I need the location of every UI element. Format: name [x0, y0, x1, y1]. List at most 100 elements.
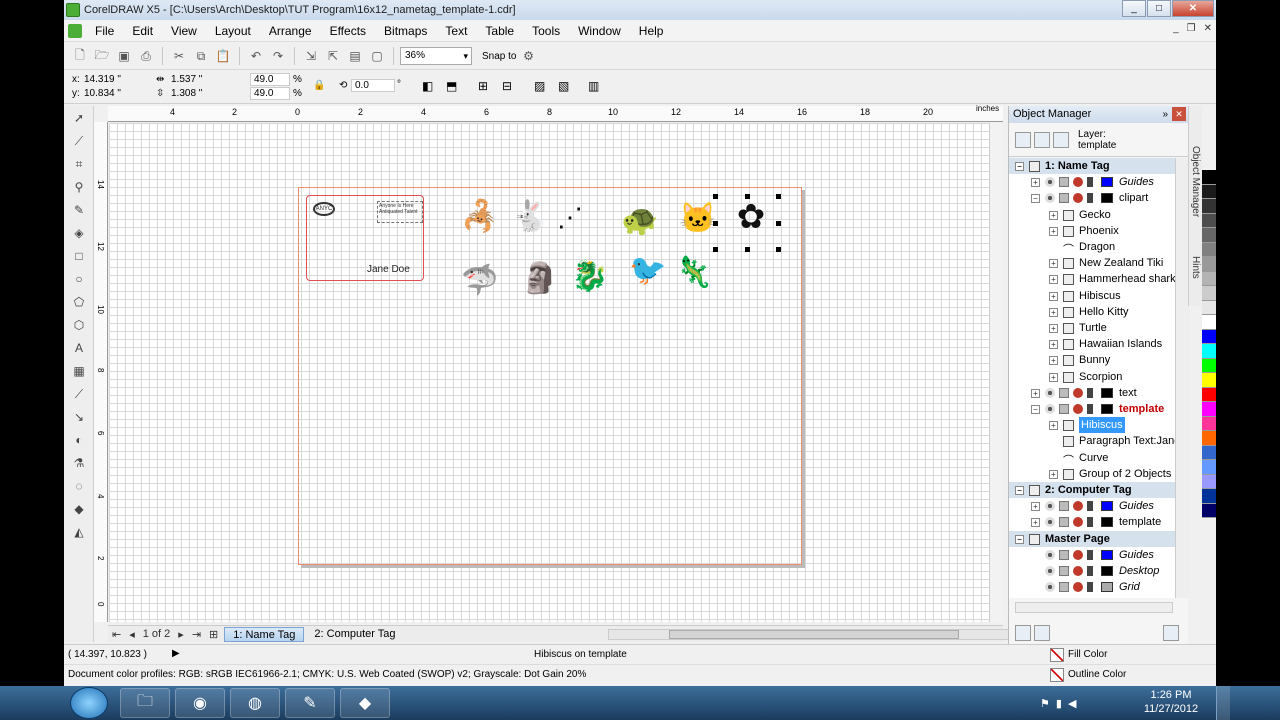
shape-tool-icon[interactable]: ⟋: [66, 130, 92, 152]
palette-swatch[interactable]: [1202, 199, 1216, 214]
selection-handle[interactable]: [713, 194, 718, 199]
object-tree-hscrollbar[interactable]: [1015, 602, 1173, 613]
object-tree-row[interactable]: Paragraph Text:Jane Doe: [1009, 433, 1175, 449]
smart-fill-tool-icon[interactable]: ◈: [66, 222, 92, 244]
palette-swatch[interactable]: [1202, 373, 1216, 388]
eyedropper-tool-icon[interactable]: ⚗: [66, 452, 92, 474]
zoom-select[interactable]: 36%: [400, 47, 472, 65]
lock-icon[interactable]: [1073, 501, 1083, 512]
expand-toggle-icon[interactable]: −: [1015, 162, 1024, 171]
object-tree-row[interactable]: + Hibiscus: [1009, 288, 1175, 304]
clipart-dragon[interactable]: 🐉: [571, 262, 608, 292]
side-tab-object-manager[interactable]: Object Manager: [1190, 146, 1201, 217]
clipart-hammerhead-shark[interactable]: 🦈: [461, 266, 498, 296]
eye-icon[interactable]: [1045, 501, 1055, 512]
eye-icon[interactable]: [1045, 193, 1055, 204]
palette-swatch[interactable]: [1202, 431, 1216, 446]
selection-handle[interactable]: [776, 247, 781, 252]
selection-handle[interactable]: [745, 247, 750, 252]
horizontal-scrollbar[interactable]: [608, 629, 1028, 640]
edit-icon[interactable]: [1087, 193, 1093, 204]
object-tree-row[interactable]: − 1: Name Tag: [1009, 158, 1175, 174]
layer-manager-view-icon[interactable]: [1053, 131, 1069, 148]
selection-handle[interactable]: [713, 247, 718, 252]
print-icon[interactable]: [1059, 177, 1069, 188]
expand-toggle-icon[interactable]: +: [1049, 259, 1058, 269]
eye-icon[interactable]: [1045, 549, 1055, 560]
palette-swatch[interactable]: [1202, 286, 1216, 301]
object-tree-row[interactable]: − clipart: [1009, 190, 1175, 206]
expand-toggle-icon[interactable]: −: [1031, 405, 1040, 414]
palette-swatch[interactable]: [1202, 329, 1216, 344]
palette-swatch[interactable]: [1202, 402, 1216, 417]
nametag-name-text[interactable]: Jane Doe: [367, 264, 410, 275]
save-icon[interactable]: ▣: [114, 46, 134, 66]
lock-icon[interactable]: [1073, 566, 1083, 576]
print-icon[interactable]: [1059, 517, 1069, 528]
vertical-scrollbar[interactable]: [989, 123, 1003, 622]
menu-table[interactable]: Table: [476, 24, 523, 38]
horizontal-scroll-thumb[interactable]: [669, 630, 959, 639]
edit-icon[interactable]: [1087, 387, 1093, 398]
menu-edit[interactable]: Edit: [123, 24, 162, 38]
side-tab-hints[interactable]: Hints: [1190, 256, 1201, 279]
interactive-fill-tool-icon[interactable]: ◭: [66, 521, 92, 543]
object-tree-row[interactable]: Desktop: [1009, 563, 1175, 579]
lock-ratio-icon[interactable]: 🔒: [313, 80, 325, 91]
ellipse-tool-icon[interactable]: ○: [66, 268, 92, 290]
object-tree-row[interactable]: + Hammerhead shark: [1009, 271, 1175, 287]
new-layer-icon[interactable]: [1015, 625, 1031, 641]
show-desktop-button[interactable]: [1216, 686, 1230, 720]
object-tree-row[interactable]: + Hibiscus: [1009, 417, 1175, 434]
expand-toggle-icon[interactable]: +: [1049, 226, 1058, 236]
palette-swatch[interactable]: [1202, 242, 1216, 257]
break-apart-icon[interactable]: ▧: [558, 79, 569, 93]
import-icon[interactable]: ⇲: [301, 46, 321, 66]
expand-toggle-icon[interactable]: +: [1031, 502, 1040, 512]
expand-toggle-icon[interactable]: +: [1049, 291, 1058, 301]
menu-arrange[interactable]: Arrange: [260, 24, 321, 38]
expand-toggle-icon[interactable]: +: [1049, 307, 1058, 317]
print-icon[interactable]: [1059, 582, 1069, 593]
object-tree-row[interactable]: ⌒ Dragon: [1009, 239, 1175, 255]
options-icon[interactable]: ⚙: [518, 46, 538, 66]
palette-swatch[interactable]: [1202, 358, 1216, 373]
print-icon[interactable]: [1059, 387, 1069, 398]
object-tree-row[interactable]: − template: [1009, 401, 1175, 417]
lock-icon[interactable]: [1073, 517, 1083, 528]
object-tree-row[interactable]: + Bunny: [1009, 352, 1175, 368]
clipart-scorpion[interactable]: 🦂: [461, 202, 498, 232]
clipart-turtle[interactable]: 🐢: [621, 206, 658, 236]
basic-shapes-tool-icon[interactable]: ⬡: [66, 314, 92, 336]
object-tree-row[interactable]: + text: [1009, 385, 1175, 401]
palette-swatch[interactable]: [1202, 315, 1216, 330]
menu-bitmaps[interactable]: Bitmaps: [375, 24, 436, 38]
firefox-taskbar-icon[interactable]: ◍: [230, 688, 280, 718]
menu-help[interactable]: Help: [630, 24, 673, 38]
network-icon[interactable]: ▮: [1056, 697, 1062, 710]
height-field[interactable]: 1.308 ": [171, 88, 202, 99]
mirror-horizontal-icon[interactable]: ◧: [422, 79, 433, 93]
welcome-icon[interactable]: ▢: [367, 46, 387, 66]
print-icon[interactable]: ⎙: [136, 46, 156, 66]
layer-color-swatch[interactable]: [1101, 193, 1113, 204]
layer-color-swatch[interactable]: [1101, 177, 1113, 188]
taskbar-clock[interactable]: 1:26 PM 11/27/2012: [1130, 688, 1212, 716]
menu-text[interactable]: Text: [436, 24, 476, 38]
edit-across-layers-icon[interactable]: [1034, 131, 1050, 148]
export-icon[interactable]: ⇱: [323, 46, 343, 66]
horizontal-ruler[interactable]: 4 2 0 2 4 6 8 10 12 14 16 18 20 inches: [108, 104, 1003, 122]
new-master-layer-icon[interactable]: [1034, 625, 1050, 641]
palette-swatch[interactable]: [1202, 460, 1216, 475]
clipart-hello-kitty[interactable]: 🐱: [679, 204, 716, 234]
snap-to-dropdown[interactable]: Snap to: [482, 51, 516, 62]
lock-icon[interactable]: [1073, 193, 1083, 204]
blend-tool-icon[interactable]: ◐: [66, 429, 92, 451]
layer-color-swatch[interactable]: [1101, 387, 1113, 398]
palette-swatch[interactable]: [1202, 228, 1216, 243]
palette-swatch[interactable]: [1202, 344, 1216, 359]
lock-icon[interactable]: [1073, 549, 1083, 560]
status-arrow-icon[interactable]: ▶: [172, 648, 180, 659]
delete-icon[interactable]: [1163, 625, 1179, 641]
expand-toggle-icon[interactable]: +: [1049, 469, 1058, 479]
